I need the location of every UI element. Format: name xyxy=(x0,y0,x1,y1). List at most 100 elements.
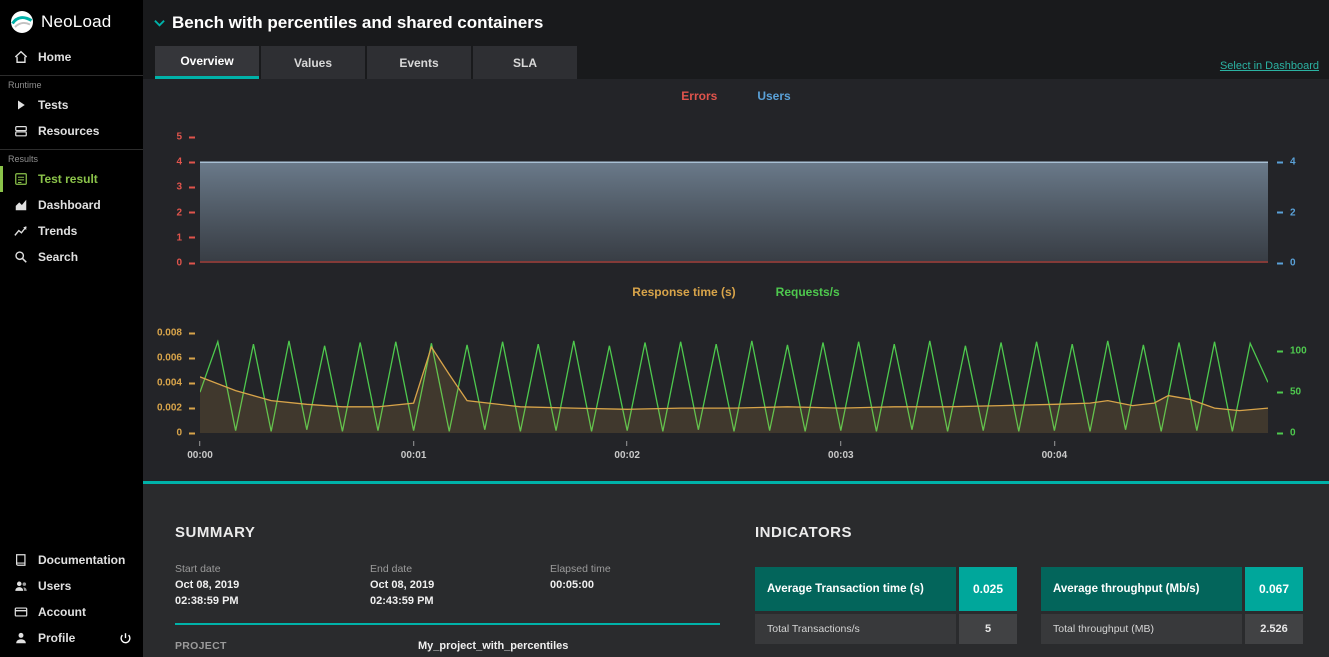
users-icon xyxy=(13,579,29,593)
indicator-value: 0.067 xyxy=(1245,567,1303,611)
resources-icon xyxy=(13,124,29,138)
legend-response-time[interactable]: Response time (s) xyxy=(632,285,735,303)
start-date-value: Oct 08, 2019 02:38:59 PM xyxy=(175,578,370,610)
summary-heading: SUMMARY xyxy=(175,524,755,541)
sidebar-item-label: Search xyxy=(38,250,133,264)
summary-grid: Start date Oct 08, 2019 02:38:59 PM End … xyxy=(175,563,755,610)
sidebar-item-label: Tests xyxy=(38,98,133,112)
sidebar-item-label: Profile xyxy=(38,631,108,645)
sidebar-item-label: Test result xyxy=(38,172,133,186)
indicators-heading: INDICATORS xyxy=(755,524,1305,541)
indicator-row-value: 5 xyxy=(959,614,1017,644)
sidebar-item-account[interactable]: Account xyxy=(0,599,143,625)
end-date-field: End date Oct 08, 2019 02:43:59 PM xyxy=(370,563,550,610)
legend-errors[interactable]: Errors xyxy=(681,89,717,107)
documentation-icon xyxy=(13,553,29,567)
sidebar-item-tests[interactable]: Tests xyxy=(0,92,143,118)
axis-tick-label: 0.002 xyxy=(157,403,195,414)
sidebar-item-home[interactable]: Home xyxy=(0,44,143,70)
dashboard-icon xyxy=(13,198,29,212)
axis-tick-label: 4 xyxy=(176,157,195,168)
legend-users[interactable]: Users xyxy=(757,89,790,107)
indicator-row-value: 2.526 xyxy=(1245,614,1303,644)
select-in-dashboard-link[interactable]: Select in Dashboard xyxy=(1220,60,1319,72)
project-value: My_project_with_percentiles xyxy=(418,640,755,652)
tab-bar: Overview Values Events SLA Select in Das… xyxy=(143,46,1329,79)
axis-tick-label: 0 xyxy=(1277,428,1296,439)
axis-tick-label: 2 xyxy=(176,207,195,218)
time-tick-label: 00:04 xyxy=(1042,441,1068,461)
response-requests-plot: 0.0080.0060.0040.0020 100500 xyxy=(200,327,1268,433)
indicator-card-transaction-time: Average Transaction time (s) 0.025 Total… xyxy=(755,567,1017,644)
indicators-panel: INDICATORS Average Transaction time (s) … xyxy=(755,524,1305,657)
sidebar-item-label: Dashboard xyxy=(38,198,133,212)
indicator-card-throughput: Average throughput (Mb/s) 0.067 Total th… xyxy=(1041,567,1303,644)
axis-tick-label: 0 xyxy=(176,428,195,439)
elapsed-time-value: 00:05:00 xyxy=(550,578,755,594)
response-requests-plot-svg[interactable] xyxy=(200,327,1268,433)
time-axis: 00:0000:0100:0200:0300:04 xyxy=(200,439,1268,473)
sidebar-spacer xyxy=(0,270,143,547)
sidebar-item-profile[interactable]: Profile xyxy=(0,625,143,651)
sidebar-item-dashboard[interactable]: Dashboard xyxy=(0,192,143,218)
end-date-value: Oct 08, 2019 02:43:59 PM xyxy=(370,578,550,610)
axis-tick-label: 2 xyxy=(1277,207,1296,218)
sidebar-item-search[interactable]: Search xyxy=(0,244,143,270)
profile-icon xyxy=(13,631,29,645)
sidebar-item-label: Account xyxy=(38,605,133,619)
tab-overview[interactable]: Overview xyxy=(155,46,259,79)
sidebar-item-label: Resources xyxy=(38,124,133,138)
axis-tick-label: 5 xyxy=(176,132,195,143)
sidebar-item-test-result[interactable]: Test result xyxy=(0,166,143,192)
chevron-down-icon[interactable] xyxy=(154,19,165,27)
start-date-label: Start date xyxy=(175,563,370,575)
project-row: PROJECT My_project_with_percentiles xyxy=(175,640,755,652)
details-section: SUMMARY Start date Oct 08, 2019 02:38:59… xyxy=(143,484,1329,657)
page-header: Bench with percentiles and shared contai… xyxy=(143,0,1329,46)
axis-tick-label: 100 xyxy=(1277,346,1307,357)
sidebar-section-runtime: Runtime xyxy=(0,75,143,92)
axis-tick-label: 0.006 xyxy=(157,353,195,364)
sidebar-item-trends[interactable]: Trends xyxy=(0,218,143,244)
time-tick-label: 00:02 xyxy=(614,441,640,461)
tab-events[interactable]: Events xyxy=(367,46,471,79)
errors-users-plot-svg[interactable] xyxy=(200,137,1268,263)
indicator-value: 0.025 xyxy=(959,567,1017,611)
indicator-row-label: Total Transactions/s xyxy=(755,614,956,644)
legend-requests[interactable]: Requests/s xyxy=(776,285,840,303)
time-tick-label: 00:01 xyxy=(401,441,427,461)
indicator-cards: Average Transaction time (s) 0.025 Total… xyxy=(755,567,1305,644)
axis-tick-label: 1 xyxy=(176,232,195,243)
chart-legend: Response time (s) Requests/s xyxy=(143,285,1329,303)
summary-underline xyxy=(175,623,720,625)
indicator-row-label: Total throughput (MB) xyxy=(1041,614,1242,644)
tab-sla[interactable]: SLA xyxy=(473,46,577,79)
axis-tick-label: 4 xyxy=(1277,157,1296,168)
left-axis-ticks: 543210 xyxy=(146,137,200,263)
sidebar-item-label: Documentation xyxy=(38,553,133,567)
chart-legend: Errors Users xyxy=(143,89,1329,107)
project-label: PROJECT xyxy=(175,640,370,652)
power-icon[interactable] xyxy=(117,632,133,645)
sidebar: NeoLoad Home Runtime Tests Resources Res… xyxy=(0,0,143,657)
sidebar-item-label: Users xyxy=(38,579,133,593)
account-icon xyxy=(13,605,29,619)
sidebar-item-documentation[interactable]: Documentation xyxy=(0,547,143,573)
neoload-logo-icon xyxy=(10,10,34,34)
right-axis-ticks: 420 xyxy=(1268,137,1322,263)
sidebar-item-users[interactable]: Users xyxy=(0,573,143,599)
indicator-title: Average throughput (Mb/s) xyxy=(1041,567,1242,611)
page-title: Bench with percentiles and shared contai… xyxy=(172,13,543,33)
response-requests-chart: Response time (s) Requests/s 0.0080.0060… xyxy=(143,285,1329,473)
tab-values[interactable]: Values xyxy=(261,46,365,79)
axis-tick-label: 50 xyxy=(1277,387,1301,398)
errors-users-chart: Errors Users 543210 420 xyxy=(143,89,1329,263)
home-icon xyxy=(13,50,29,64)
app-root: NeoLoad Home Runtime Tests Resources Res… xyxy=(0,0,1329,657)
axis-tick-label: 3 xyxy=(176,182,195,193)
elapsed-time-field: Elapsed time 00:05:00 xyxy=(550,563,755,610)
time-tick-label: 00:00 xyxy=(187,441,213,461)
left-axis-ticks: 0.0080.0060.0040.0020 xyxy=(146,327,200,433)
sidebar-item-resources[interactable]: Resources xyxy=(0,118,143,144)
neoload-logo[interactable]: NeoLoad xyxy=(0,0,143,44)
